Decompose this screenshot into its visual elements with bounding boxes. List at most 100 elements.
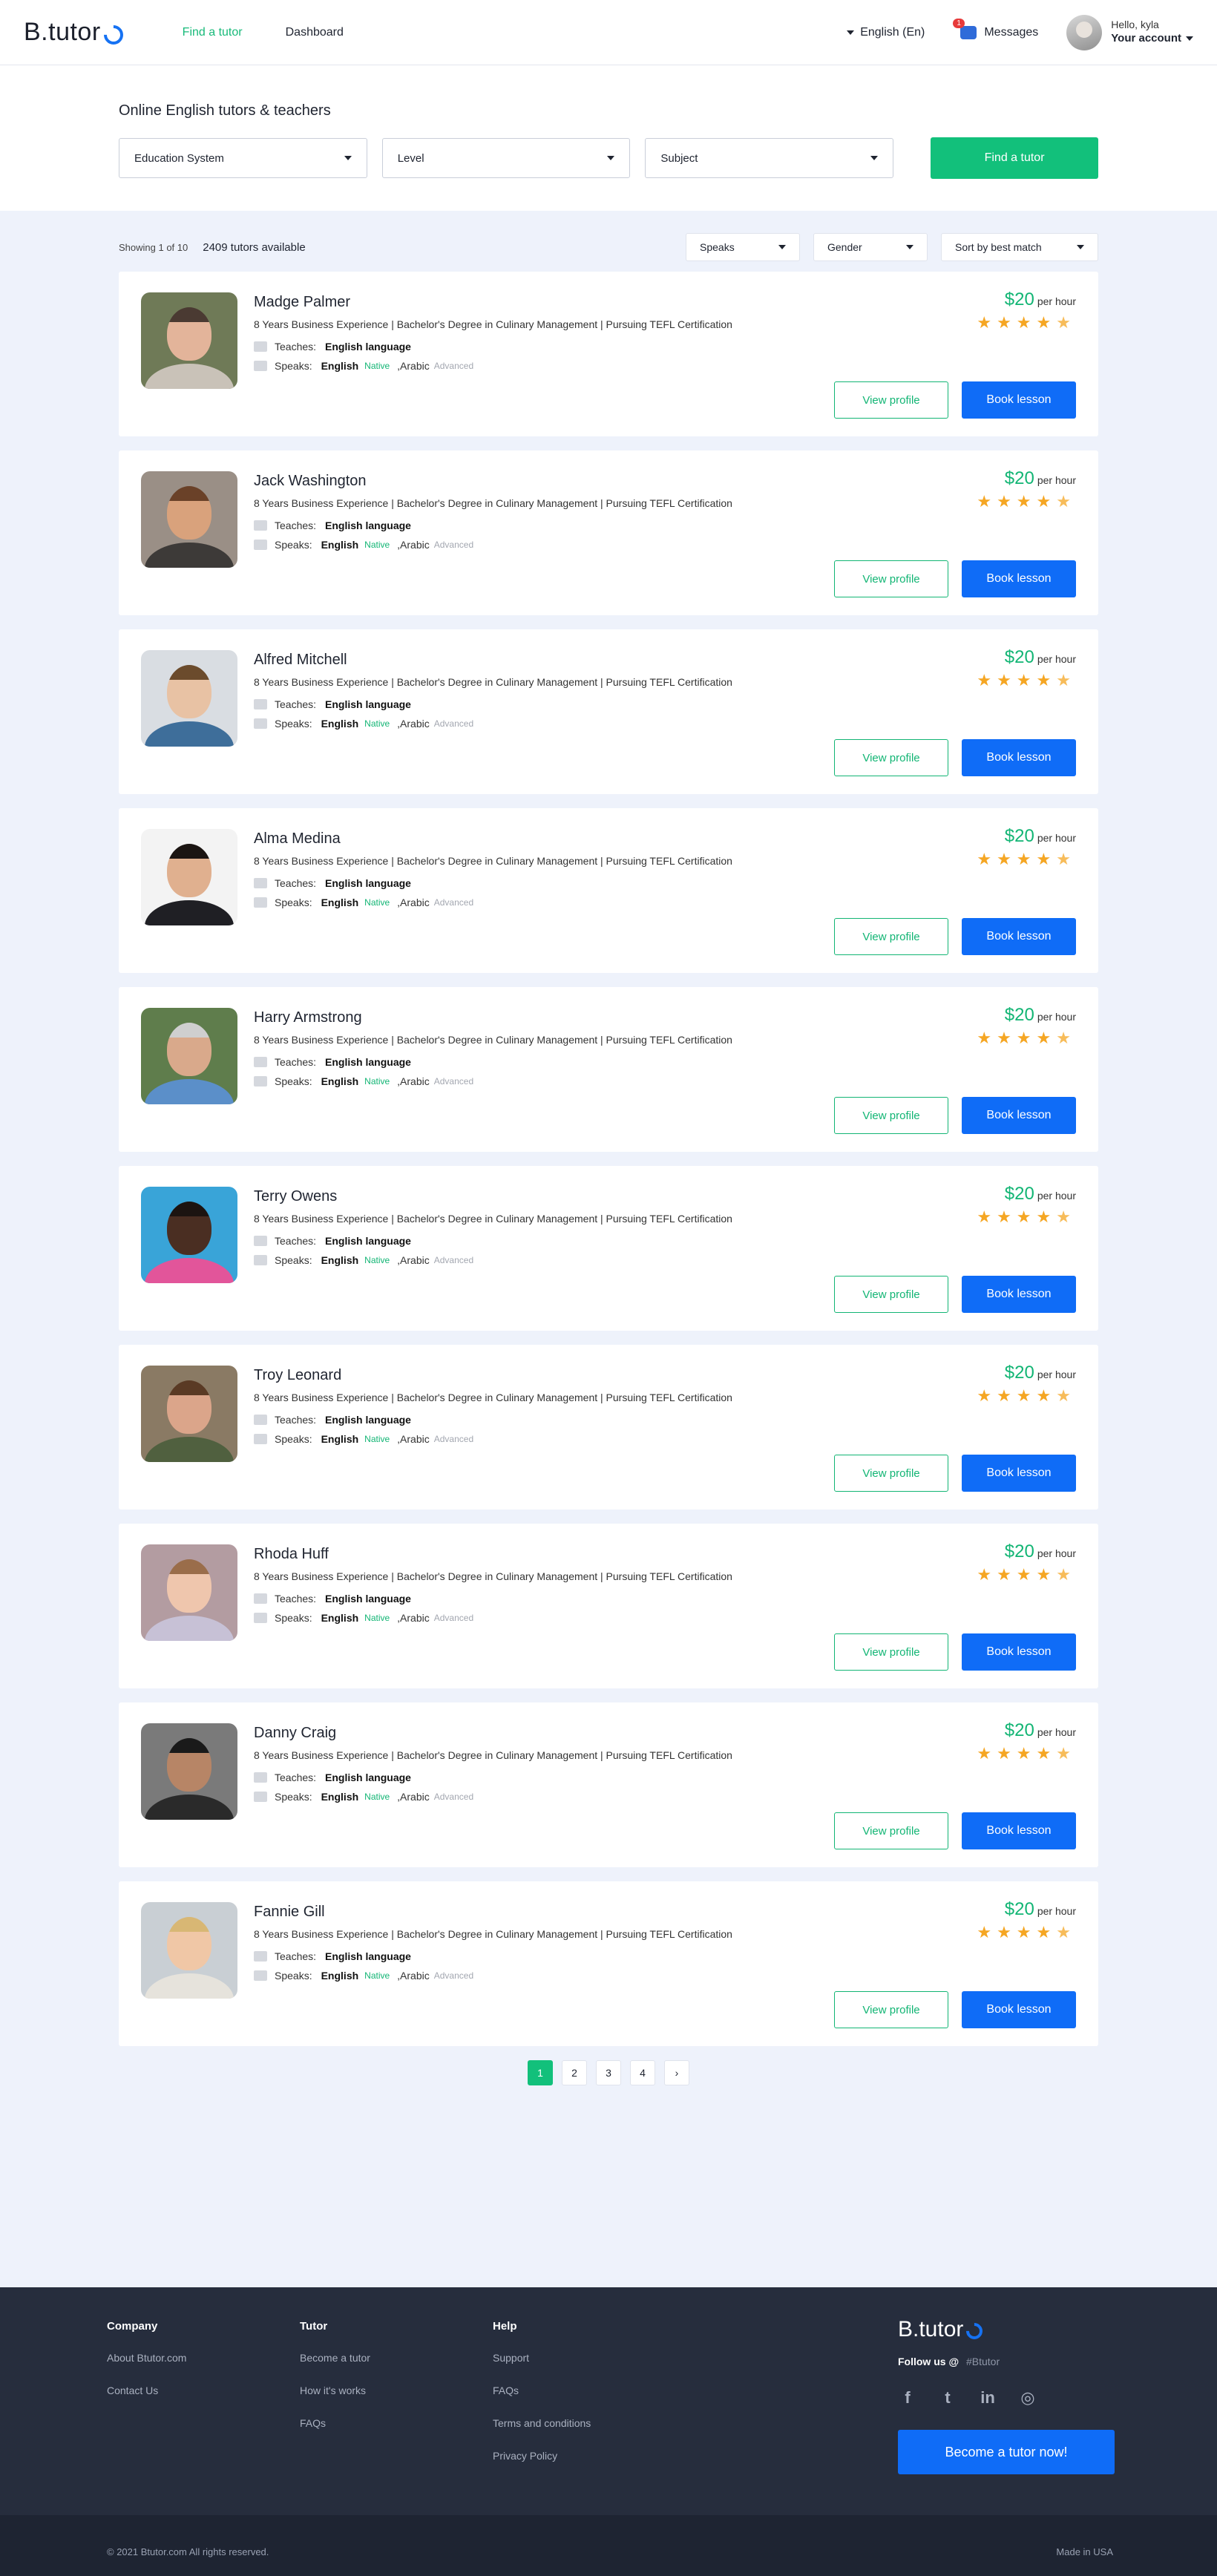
book-lesson-button[interactable]: Book lesson [962,739,1076,776]
tutor-photo[interactable] [141,829,237,925]
footer-link-terms[interactable]: Terms and conditions [493,2417,591,2429]
tutor-name[interactable]: Alma Medina [254,830,732,848]
view-profile-button[interactable]: View profile [834,1991,948,2028]
star-full-icon: ★ [1036,1207,1057,1226]
page-button-4[interactable]: 4 [630,2060,655,2085]
footer-link-about[interactable]: About Btutor.com [107,2352,186,2364]
tutor-photo[interactable] [141,1723,237,1820]
star-full-icon: ★ [997,1565,1017,1584]
subject-select[interactable]: Subject [645,138,894,178]
footer-link-contact[interactable]: Contact Us [107,2385,186,2396]
social-links: f t in ◎ [898,2388,1115,2408]
view-profile-button[interactable]: View profile [834,1812,948,1849]
view-profile-button[interactable]: View profile [834,918,948,955]
view-profile-button[interactable]: View profile [834,739,948,776]
nav-dashboard[interactable]: Dashboard [286,26,344,39]
book-lesson-button[interactable]: Book lesson [962,1633,1076,1671]
facebook-icon[interactable]: f [898,2388,917,2408]
tutor-name[interactable]: Danny Craig [254,1725,732,1742]
footer-link-how-it-works[interactable]: How it's works [300,2385,370,2396]
gender-filter-select[interactable]: Gender [813,233,928,261]
tutor-card: Rhoda Huff 8 Years Business Experience |… [119,1524,1098,1688]
tutor-name[interactable]: Troy Leonard [254,1367,732,1384]
tutor-name[interactable]: Harry Armstrong [254,1009,732,1026]
view-profile-button[interactable]: View profile [834,1455,948,1492]
chat-icon [254,1613,267,1623]
star-full-icon: ★ [1036,850,1057,868]
education-system-select[interactable]: Education System [119,138,367,178]
star-half-icon: ★ [1056,1744,1076,1763]
twitter-icon[interactable]: t [938,2388,957,2408]
copyright-text: © 2021 Btutor.com All rights reserved. [107,2546,269,2557]
tutor-name[interactable]: Alfred Mitchell [254,652,732,669]
tutor-photo[interactable] [141,1187,237,1283]
view-profile-button[interactable]: View profile [834,381,948,419]
tutor-photo[interactable] [141,471,237,568]
footer-link-support[interactable]: Support [493,2352,591,2364]
tutor-photo[interactable] [141,1902,237,1999]
star-full-icon: ★ [997,850,1017,868]
select-label: Sort by best match [955,241,1042,253]
view-profile-button[interactable]: View profile [834,560,948,597]
primary-language-level: Native [364,361,390,371]
tutor-description: 8 Years Business Experience | Bachelor's… [254,497,732,509]
brand-logo[interactable]: B.tutor [24,18,128,48]
level-select[interactable]: Level [381,138,631,178]
price-unit: per hour [1037,1369,1076,1380]
footer-link-become-tutor[interactable]: Become a tutor [300,2352,370,2364]
page-button-2[interactable]: 2 [562,2060,587,2085]
sort-select[interactable]: Sort by best match [941,233,1098,261]
primary-language: English [321,897,359,908]
primary-language: English [321,1970,359,1982]
message-icon: 1 [953,18,977,39]
user-avatar[interactable] [1066,14,1103,50]
tutor-photo[interactable] [141,1544,237,1641]
tutor-photo[interactable] [141,1366,237,1462]
account-dropdown[interactable]: Your account [1111,32,1193,46]
tutor-name[interactable]: Jack Washington [254,473,732,490]
teaches-label: Teaches: [275,341,317,353]
rating-stars: ★★★★★ [977,1386,1076,1406]
footer-link-tutor-faqs[interactable]: FAQs [300,2417,370,2429]
footer-link-privacy[interactable]: Privacy Policy [493,2450,591,2462]
tutor-name[interactable]: Madge Palmer [254,294,732,311]
tutor-photo[interactable] [141,1008,237,1104]
messages-link[interactable]: 1 Messages [953,18,1038,39]
language-selector[interactable]: English (En) [847,26,925,39]
teaches-label: Teaches: [275,1056,317,1068]
page-button-3[interactable]: 3 [596,2060,621,2085]
page-button-1[interactable]: 1 [528,2060,553,2085]
book-lesson-button[interactable]: Book lesson [962,1097,1076,1134]
book-lesson-button[interactable]: Book lesson [962,1455,1076,1492]
nav-find-a-tutor[interactable]: Find a tutor [183,26,243,39]
star-half-icon: ★ [1056,1029,1076,1047]
book-lesson-button[interactable]: Book lesson [962,1812,1076,1849]
instagram-icon[interactable]: ◎ [1018,2388,1037,2408]
book-lesson-button[interactable]: Book lesson [962,381,1076,419]
find-a-tutor-button[interactable]: Find a tutor [931,137,1099,179]
speaks-filter-select[interactable]: Speaks [686,233,800,261]
primary-language: English [321,718,359,730]
speaks-label: Speaks: [275,539,312,551]
view-profile-button[interactable]: View profile [834,1097,948,1134]
tutor-name[interactable]: Terry Owens [254,1188,732,1205]
top-navigation-bar: B.tutor Find a tutor Dashboard English (… [0,0,1217,65]
star-full-icon: ★ [1016,1744,1037,1763]
book-lesson-button[interactable]: Book lesson [962,1276,1076,1313]
footer-logo[interactable]: B.tutor [898,2317,1115,2343]
tutor-name[interactable]: Rhoda Huff [254,1546,732,1563]
book-lesson-button[interactable]: Book lesson [962,560,1076,597]
view-profile-button[interactable]: View profile [834,1633,948,1671]
next-page-icon[interactable]: › [664,2060,689,2085]
tutor-name[interactable]: Fannie Gill [254,1904,732,1921]
book-lesson-button[interactable]: Book lesson [962,1991,1076,2028]
view-profile-button[interactable]: View profile [834,1276,948,1313]
linkedin-icon[interactable]: in [978,2388,997,2408]
tutor-photo[interactable] [141,650,237,747]
book-lesson-button[interactable]: Book lesson [962,918,1076,955]
account-menu[interactable]: Hello, kyla Your account [1111,19,1193,45]
become-a-tutor-button[interactable]: Become a tutor now! [898,2430,1115,2474]
tutor-photo[interactable] [141,292,237,389]
footer-link-help-faqs[interactable]: FAQs [493,2385,591,2396]
tutor-price: $20 per hour [1005,1184,1076,1205]
